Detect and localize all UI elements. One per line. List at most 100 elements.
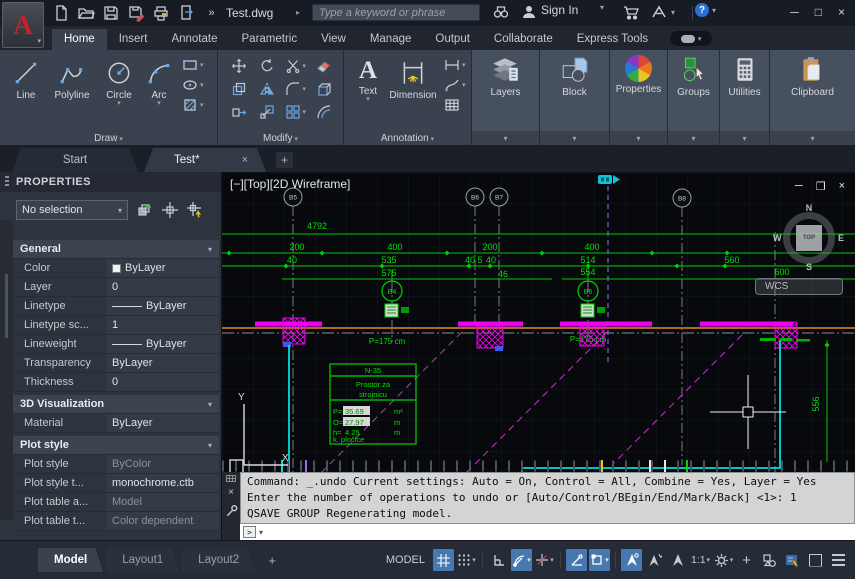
doc-close-button[interactable]: ×	[839, 180, 845, 193]
copy-button[interactable]	[226, 79, 252, 99]
grid-toggle-button[interactable]	[433, 549, 454, 571]
groups-button[interactable]: Groups	[668, 50, 719, 98]
panel-block-expander[interactable]: ▾	[540, 131, 609, 145]
search-button[interactable]	[492, 3, 510, 21]
layers-button[interactable]: Layers	[472, 50, 539, 98]
search-input[interactable]	[312, 4, 480, 21]
object-snap-button[interactable]: ▾	[589, 549, 610, 571]
move-button[interactable]	[226, 56, 252, 76]
tab-model[interactable]: Model	[38, 548, 103, 572]
prop-row-linetype-scale[interactable]: Linetype sc... 1	[13, 316, 219, 335]
drawing-area[interactable]: B5 B6 B7 B8 4792	[222, 172, 855, 540]
ortho-toggle-button[interactable]	[488, 549, 509, 571]
tab-parametric[interactable]: Parametric	[230, 29, 310, 50]
dock-close-icon[interactable]: ×	[228, 488, 234, 498]
close-tab-icon[interactable]: ×	[242, 154, 248, 166]
new-layout-button[interactable]: +	[263, 553, 281, 568]
tab-collaborate[interactable]: Collaborate	[482, 29, 565, 50]
panel-properties-expander[interactable]: ▾	[610, 131, 667, 145]
viewport-controls[interactable]: [−][Top][2D Wireframe]	[230, 177, 350, 191]
tab-layout2[interactable]: Layout2	[182, 548, 255, 572]
prop-row-linetype[interactable]: Linetype ByLayer	[13, 297, 219, 316]
annotation-visibility-button[interactable]	[621, 549, 642, 571]
tab-annotate[interactable]: Annotate	[159, 29, 229, 50]
prop-row-plot-style-table[interactable]: Plot style t... monochrome.ctb	[13, 474, 219, 493]
isometric-drafting-button[interactable]: ▾	[534, 549, 555, 571]
prop-row-plot-style[interactable]: Plot style ByColor	[13, 455, 219, 474]
tab-insert[interactable]: Insert	[107, 29, 160, 50]
maximize-button[interactable]: □	[815, 5, 822, 19]
isolate-objects-button[interactable]	[759, 549, 780, 571]
command-history[interactable]: Command: _.undo Current settings: Auto =…	[240, 472, 855, 524]
viewcube[interactable]: N S W E TOP	[777, 206, 841, 270]
app-store-button[interactable]	[622, 3, 641, 21]
viewcube-east[interactable]: E	[838, 233, 844, 243]
prop-row-material[interactable]: Material ByLayer	[13, 414, 219, 433]
close-button[interactable]: ×	[838, 5, 845, 19]
snap-mode-button[interactable]: ▾	[456, 549, 477, 571]
select-objects-button[interactable]	[161, 201, 179, 219]
array-button[interactable]: ▾	[283, 102, 309, 122]
panel-draw-label[interactable]: Draw	[0, 133, 217, 144]
panel-groups-expander[interactable]: ▾	[668, 131, 719, 145]
ribbon-display-options-button[interactable]: ▾	[670, 31, 712, 46]
tab-home[interactable]: Home	[52, 29, 107, 50]
customization-plus-button[interactable]: +	[736, 549, 757, 571]
prop-row-plot-table-attached[interactable]: Plot table a... Model	[13, 493, 219, 512]
panel-layers-expander[interactable]: ▾	[472, 131, 539, 145]
panel-utilities-expander[interactable]: ▾	[720, 131, 769, 145]
rotate-button[interactable]	[254, 56, 280, 76]
properties-button[interactable]: Properties	[610, 50, 667, 95]
tab-express-tools[interactable]: Express Tools	[565, 29, 660, 50]
workspace-switching-button[interactable]: ▾	[713, 549, 734, 571]
file-tab-current[interactable]: Test* ×	[144, 148, 266, 172]
linear-dimension-button[interactable]: ▾	[444, 57, 466, 73]
clipboard-button[interactable]: Clipboard	[770, 50, 855, 98]
application-menu-button[interactable]: A ▾	[2, 2, 44, 48]
explode-button[interactable]	[311, 79, 337, 99]
viewcube-west[interactable]: W	[773, 233, 782, 243]
polyline-button[interactable]: Polyline	[46, 53, 98, 113]
quick-select-button[interactable]	[186, 201, 204, 219]
rectangle-button[interactable]: ▾	[182, 57, 204, 73]
signin-button[interactable]: Sign In	[541, 3, 578, 17]
polar-tracking-button[interactable]: ▾	[511, 549, 532, 571]
prop-row-layer[interactable]: Layer 0	[13, 278, 219, 297]
help-button[interactable]: ? ▾	[695, 3, 716, 17]
arc-button[interactable]: Arc ▾	[140, 53, 178, 113]
section-general[interactable]: General▾	[13, 240, 219, 259]
hatch-button[interactable]: ▾	[182, 97, 204, 113]
scale-value-button[interactable]: 1:1 ▾	[690, 549, 711, 571]
customization-menu-button[interactable]	[828, 549, 849, 571]
fillet-button[interactable]: ▾	[283, 79, 309, 99]
new-file-button[interactable]	[52, 4, 70, 22]
palette-header[interactable]: PROPERTIES	[0, 172, 221, 192]
doc-minimize-button[interactable]: ─	[795, 180, 803, 193]
new-drawing-tab-button[interactable]: +	[276, 152, 293, 168]
section-plot-style[interactable]: Plot style▾	[13, 436, 219, 455]
text-button[interactable]: A Text ▾	[352, 53, 384, 113]
palette-scrollbar[interactable]	[0, 220, 13, 520]
save-as-button[interactable]	[127, 4, 145, 22]
block-button[interactable]: Block	[540, 50, 609, 98]
leader-button[interactable]: ▾	[444, 77, 466, 93]
prop-row-color[interactable]: Color ByLayer	[13, 259, 219, 278]
search-expand-icon[interactable]: ▸	[296, 8, 300, 17]
recent-commands-icon[interactable]: ▾	[259, 528, 263, 537]
ellipse-button[interactable]: ▾	[182, 77, 204, 93]
autodesk-account-button[interactable]: ▾	[650, 3, 675, 21]
section-3d-visualization[interactable]: 3D Visualization▾	[13, 395, 219, 414]
erase-button[interactable]	[311, 56, 337, 76]
minimize-button[interactable]: ─	[790, 5, 799, 19]
dock-grip-icon[interactable]	[226, 475, 236, 482]
customize-wrench-icon[interactable]	[225, 504, 238, 517]
panel-annotation-label[interactable]: Annotation	[344, 133, 471, 144]
object-snap-tracking-button[interactable]	[566, 549, 587, 571]
panel-modify-label[interactable]: Modify	[218, 133, 343, 144]
prop-row-thickness[interactable]: Thickness 0	[13, 373, 219, 392]
offset-button[interactable]	[311, 102, 337, 122]
signin-dropdown[interactable]: ▾	[597, 3, 604, 12]
qat-more-button[interactable]: »	[202, 4, 220, 22]
autoscale-button[interactable]	[644, 549, 665, 571]
signin-avatar[interactable]	[520, 3, 538, 21]
